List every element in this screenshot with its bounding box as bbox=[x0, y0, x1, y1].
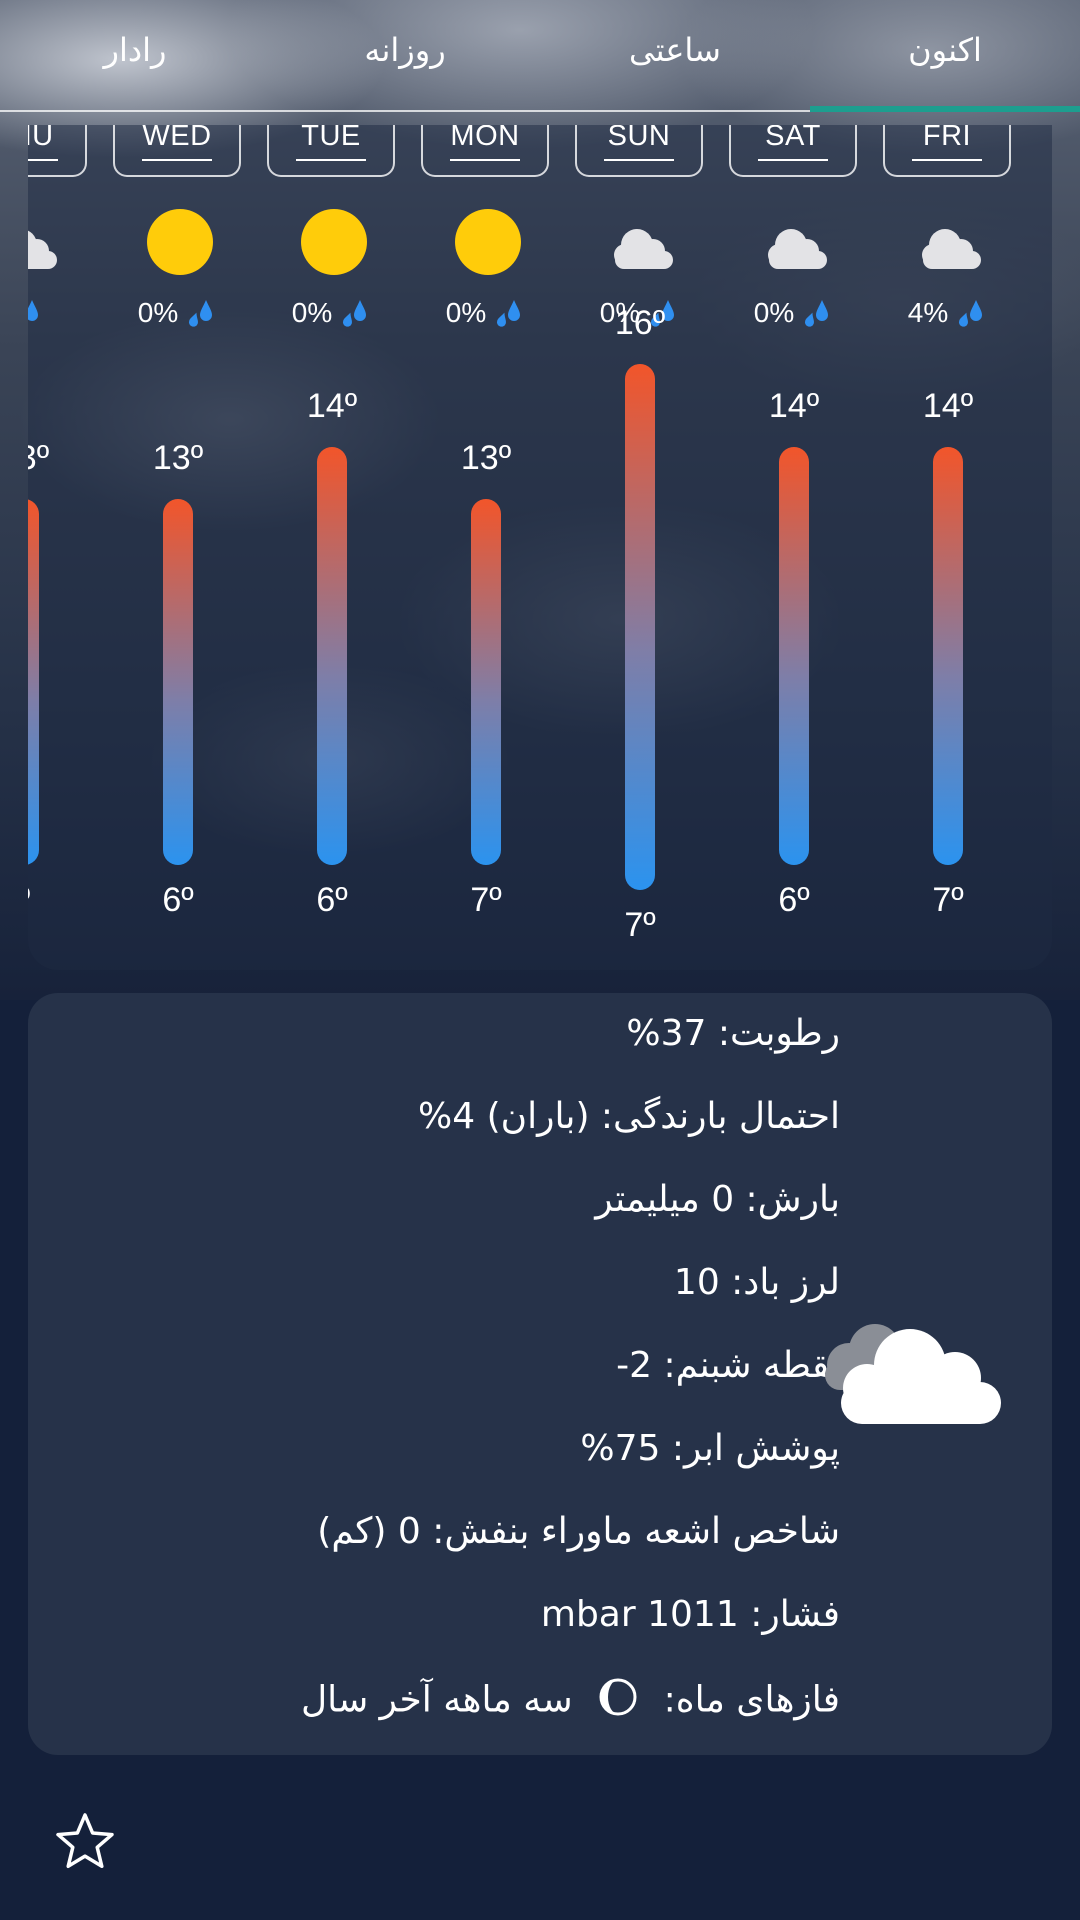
day-name: THU bbox=[28, 125, 54, 152]
raindrop-icon bbox=[332, 297, 372, 328]
forecast-day-thu[interactable]: THU 13º º bbox=[28, 125, 101, 970]
raindrop-icon bbox=[948, 297, 988, 328]
day-label-box: SAT bbox=[729, 125, 857, 177]
daily-forecast-strip[interactable]: FRI 4% 14º 7º SAT 0% 14º 6º SUN 0% 16º 7º MON 0% 13º 7º… bbox=[28, 125, 1052, 970]
moon-phase-icon bbox=[598, 1677, 638, 1726]
day-name: SAT bbox=[765, 125, 821, 152]
forecast-day-wed[interactable]: WED 0% 13º 6º bbox=[101, 125, 255, 970]
raindrop-icon bbox=[28, 297, 44, 328]
high-temp: 13º bbox=[28, 439, 50, 477]
day-underline bbox=[758, 159, 828, 161]
precip-chance: 0% bbox=[409, 297, 563, 332]
temperature-range-bar bbox=[933, 447, 963, 865]
sun-icon bbox=[453, 207, 523, 277]
precipitation-row: بارش: 0 میلیمتر bbox=[595, 1179, 840, 1220]
day-underline bbox=[450, 159, 520, 161]
low-temp: 7º bbox=[932, 881, 964, 919]
cloud-cover-row: پوشش ابر: 75% bbox=[580, 1428, 840, 1469]
raindrop-icon bbox=[794, 297, 834, 328]
wind-gust-row: لرز باد: 10 bbox=[673, 1262, 840, 1303]
temperature-range-bar bbox=[28, 499, 39, 865]
temperature-range-bar bbox=[625, 364, 655, 890]
top-tabs: رادار روزانه ساعتی اکنون bbox=[0, 0, 1080, 112]
precip-value: 0% bbox=[753, 297, 795, 328]
moon-phase-row: فازهای ماه: سه ماهه آخر سال bbox=[80, 1677, 840, 1726]
moon-phase-value: سه ماهه آخر سال bbox=[300, 1679, 573, 1721]
cloud-icon bbox=[607, 225, 677, 295]
day-label-box: THU bbox=[28, 125, 87, 177]
sun-icon bbox=[299, 207, 369, 277]
forecast-day-sat[interactable]: SAT 0% 14º 6º bbox=[717, 125, 871, 970]
active-tab-indicator bbox=[810, 106, 1080, 112]
forecast-day-sun[interactable]: SUN 0% 16º 7º bbox=[563, 125, 717, 970]
day-underline bbox=[912, 159, 982, 161]
moon-phase-label: فازهای ماه: bbox=[663, 1679, 840, 1721]
cloud-icon bbox=[761, 225, 831, 295]
forecast-day-fri[interactable]: FRI 4% 14º 7º bbox=[871, 125, 1025, 970]
humidity-row: رطوبت: 37% bbox=[626, 1013, 840, 1054]
low-temp: 7º bbox=[470, 881, 502, 919]
precip-chance: 0% bbox=[255, 297, 409, 332]
tab-daily[interactable]: روزانه bbox=[270, 20, 540, 80]
uv-index-row: شاخص اشعه ماوراء بنفش: 0 (کم) bbox=[317, 1511, 840, 1552]
precip-chance: 0% bbox=[717, 297, 871, 332]
day-underline bbox=[28, 159, 58, 161]
favorite-star-icon[interactable] bbox=[55, 1812, 115, 1874]
day-label-box: SUN bbox=[575, 125, 703, 177]
low-temp: 7º bbox=[624, 906, 656, 944]
low-temp: 6º bbox=[316, 881, 348, 919]
day-underline bbox=[142, 159, 212, 161]
tab-now[interactable]: اکنون bbox=[810, 20, 1080, 80]
temperature-range-bar bbox=[471, 499, 501, 865]
low-temp: º bbox=[28, 881, 101, 920]
forecast-day-mon[interactable]: MON 0% 13º 7º bbox=[409, 125, 563, 970]
day-name: WED bbox=[142, 125, 212, 152]
cloud-icon bbox=[915, 225, 985, 295]
precip-value: 4% bbox=[907, 297, 949, 328]
current-cloud-icon bbox=[815, 1310, 1015, 1434]
precip-value: 0% bbox=[137, 297, 179, 328]
temperature-range-bar bbox=[779, 447, 809, 865]
high-temp: 14º bbox=[306, 387, 358, 425]
rain-chance-row: احتمال بارندگی: (باران) 4% bbox=[418, 1096, 840, 1137]
high-temp: 13º bbox=[460, 439, 512, 477]
precip-value: 0% bbox=[291, 297, 333, 328]
day-underline bbox=[604, 159, 674, 161]
day-name: SUN bbox=[607, 125, 671, 152]
day-label-box: FRI bbox=[883, 125, 1011, 177]
high-temp: 14º bbox=[922, 387, 974, 425]
low-temp: 6º bbox=[778, 881, 810, 919]
forecast-day-tue[interactable]: TUE 0% 14º 6º bbox=[255, 125, 409, 970]
precip-chance bbox=[28, 297, 101, 332]
day-label-box: TUE bbox=[267, 125, 395, 177]
precip-value: 0% bbox=[445, 297, 487, 328]
high-temp: 13º bbox=[152, 439, 204, 477]
dew-point-row: نقطه شبنم: 2- bbox=[616, 1345, 840, 1386]
tab-hourly[interactable]: ساعتی bbox=[540, 20, 810, 80]
raindrop-icon bbox=[178, 297, 218, 328]
day-underline bbox=[296, 159, 366, 161]
day-label-box: MON bbox=[421, 125, 549, 177]
precip-chance: 0% bbox=[101, 297, 255, 332]
high-temp: 16º bbox=[614, 304, 666, 342]
high-temp: 14º bbox=[768, 387, 820, 425]
day-name: FRI bbox=[922, 125, 972, 152]
temperature-range-bar bbox=[317, 447, 347, 865]
raindrop-icon bbox=[486, 297, 526, 328]
cloud-icon bbox=[28, 225, 61, 295]
precip-chance: 4% bbox=[871, 297, 1025, 332]
low-temp: 6º bbox=[162, 881, 194, 919]
temperature-range-bar bbox=[163, 499, 193, 865]
day-name: TUE bbox=[301, 125, 361, 152]
tab-radar[interactable]: رادار bbox=[0, 20, 270, 80]
pressure-row: فشار: 1011 mbar bbox=[540, 1594, 840, 1635]
day-name: MON bbox=[450, 125, 520, 152]
sun-icon bbox=[145, 207, 215, 277]
day-label-box: WED bbox=[113, 125, 241, 177]
